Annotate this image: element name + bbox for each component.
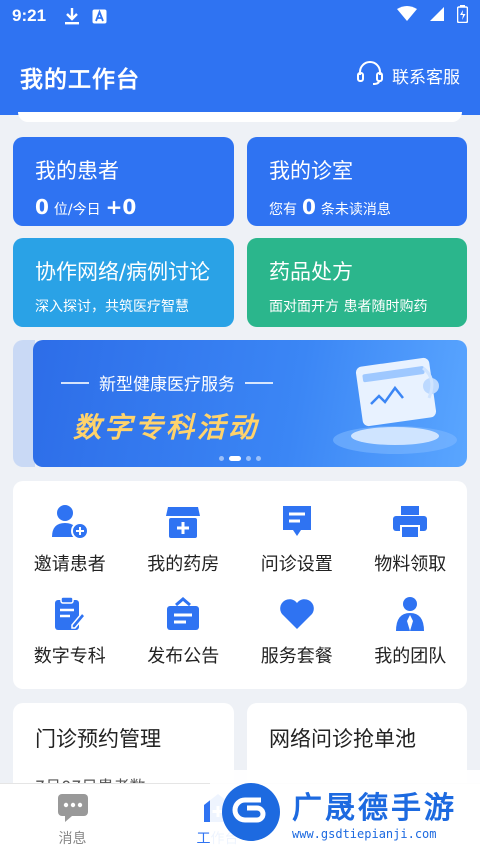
function-grid: 邀请患者 我的药房 问诊设置 物料领取 数字专科 发布公告 服务套餐 我的团队	[13, 481, 467, 689]
banner-illustration	[333, 357, 457, 454]
grid-label: 发布公告	[147, 646, 220, 667]
drugs-title: 药品处方	[269, 260, 353, 284]
grid-item-announcement[interactable]: 发布公告	[127, 585, 241, 677]
banner-line-right	[245, 381, 273, 384]
contact-service-button[interactable]: 联系客服	[356, 60, 460, 91]
banner-pager	[219, 456, 261, 461]
invite-patient-icon	[50, 502, 90, 542]
grid-label: 问诊设置	[260, 554, 333, 575]
banner-line-left	[61, 381, 89, 384]
signal-icon	[429, 6, 445, 27]
header: 9:21 我的工作台 联系客服	[0, 0, 480, 115]
my-patients-card[interactable]: 我的患者 0 位/今日 +0	[13, 137, 234, 226]
clinic-suffix: 条未读消息	[320, 202, 391, 218]
status-bar: 9:21	[0, 0, 480, 32]
printer-icon	[390, 502, 430, 542]
download-icon	[64, 7, 80, 25]
status-time: 9:21	[12, 6, 47, 25]
patients-today: +0	[105, 195, 137, 219]
patients-unit: 位/今日	[53, 202, 101, 218]
drugs-subtitle: 面对面开方 患者随时购药	[269, 299, 428, 315]
grid-item-pharmacy[interactable]: 我的药房	[127, 493, 241, 585]
tab-messages-label: 消息	[58, 831, 87, 847]
contact-service-label: 联系客服	[392, 68, 460, 88]
page-title: 我的工作台	[20, 67, 140, 93]
team-icon	[390, 594, 430, 634]
app-a-icon	[92, 9, 107, 24]
grid-item-digital-specialty[interactable]: 数字专科	[13, 585, 127, 677]
headset-icon	[356, 60, 384, 91]
grid-item-material[interactable]: 物料领取	[354, 493, 468, 585]
grid-label: 服务套餐	[260, 646, 333, 667]
grid-label: 我的团队	[374, 646, 447, 667]
patients-count: 0	[35, 195, 49, 219]
watermark-url: www.gsdtiepianji.com	[292, 826, 437, 841]
grid-label: 我的药房	[147, 554, 220, 575]
grid-label: 物料领取	[374, 554, 447, 575]
my-clinic-card[interactable]: 我的诊室 您有 0 条未读消息	[247, 137, 467, 226]
watermark-name: 广晟德手游	[292, 790, 457, 826]
heart-icon	[277, 594, 317, 634]
watermark: 广晟德手游 www.gsdtiepianji.com	[210, 770, 480, 853]
unread-count: 0	[302, 195, 316, 219]
grid-label: 邀请患者	[33, 554, 106, 575]
message-icon	[56, 792, 90, 824]
collab-title: 协作网络/病例讨论	[35, 260, 211, 284]
drug-prescription-card[interactable]: 药品处方 面对面开方 患者随时购药	[247, 238, 467, 327]
battery-icon	[456, 4, 469, 28]
announcement-icon	[163, 594, 203, 634]
clipboard-edit-icon	[50, 594, 90, 634]
consult-pool-title: 网络问诊抢单池	[269, 727, 416, 751]
banner-headline: 数字专科活动	[73, 411, 260, 444]
grid-label: 数字专科	[33, 646, 106, 667]
collab-subtitle: 深入探讨，共筑医疗智慧	[35, 299, 189, 315]
consult-settings-icon	[277, 502, 317, 542]
clinic-prefix: 您有	[269, 202, 297, 218]
wifi-icon	[397, 5, 417, 27]
header-divider	[18, 112, 462, 122]
watermark-logo-icon	[222, 782, 280, 841]
grid-item-my-team[interactable]: 我的团队	[354, 585, 468, 677]
banner-prev-peek	[13, 340, 35, 467]
appointment-title: 门诊预约管理	[35, 727, 161, 751]
pharmacy-icon	[163, 502, 203, 542]
grid-item-consult-settings[interactable]: 问诊设置	[240, 493, 354, 585]
tab-messages[interactable]: 消息	[0, 784, 145, 853]
my-patients-title: 我的患者	[35, 159, 119, 183]
grid-item-service-package[interactable]: 服务套餐	[240, 585, 354, 677]
promo-banner[interactable]: 新型健康医疗服务 数字专科活动	[33, 340, 467, 467]
my-clinic-title: 我的诊室	[269, 159, 353, 183]
grid-item-invite-patient[interactable]: 邀请患者	[13, 493, 127, 585]
collab-network-card[interactable]: 协作网络/病例讨论 深入探讨，共筑医疗智慧	[13, 238, 234, 327]
banner-subtitle: 新型健康医疗服务	[99, 375, 235, 395]
